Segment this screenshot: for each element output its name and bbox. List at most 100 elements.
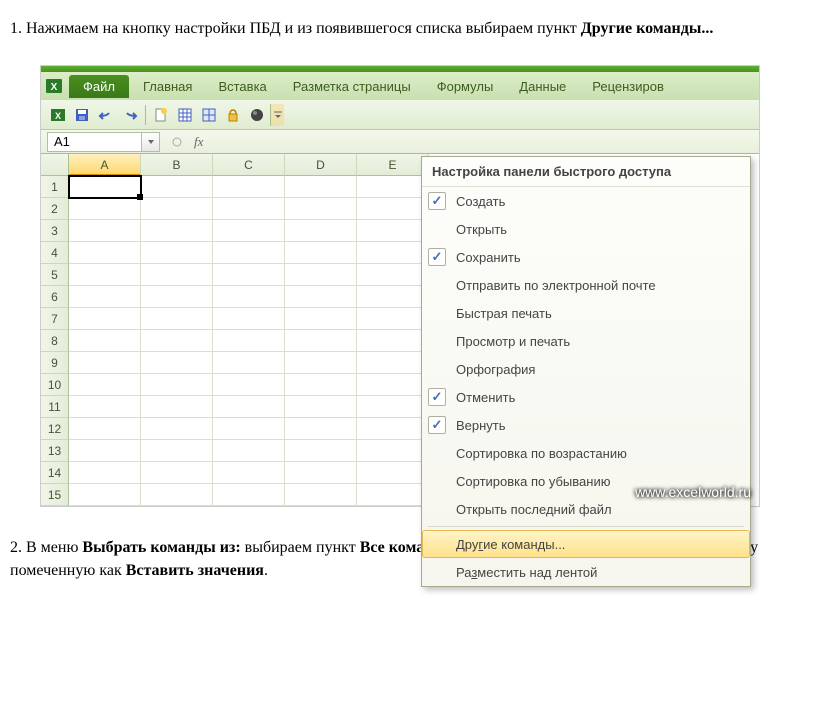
cell[interactable] xyxy=(213,352,285,374)
cell[interactable] xyxy=(69,308,141,330)
menu-item[interactable]: Открыть xyxy=(422,215,750,243)
menu-item[interactable]: ✓Отменить xyxy=(422,383,750,411)
file-tab[interactable]: Файл xyxy=(69,75,129,98)
cell[interactable] xyxy=(69,374,141,396)
select-all-corner[interactable] xyxy=(41,154,69,176)
cell[interactable] xyxy=(285,220,357,242)
cell[interactable] xyxy=(357,330,429,352)
cell[interactable] xyxy=(141,462,213,484)
cell[interactable] xyxy=(69,286,141,308)
menu-item[interactable]: Орфография xyxy=(422,355,750,383)
qat-lock-icon[interactable] xyxy=(222,104,244,126)
column-header[interactable]: D xyxy=(285,154,357,176)
cell[interactable] xyxy=(357,198,429,220)
tab-insert[interactable]: Вставка xyxy=(206,75,278,98)
menu-item[interactable]: ✓Сохранить xyxy=(422,243,750,271)
cell[interactable] xyxy=(213,374,285,396)
cell[interactable] xyxy=(213,286,285,308)
cell[interactable] xyxy=(285,396,357,418)
cell[interactable] xyxy=(213,418,285,440)
cell[interactable] xyxy=(213,440,285,462)
tab-home[interactable]: Главная xyxy=(131,75,204,98)
cell[interactable] xyxy=(141,286,213,308)
cell[interactable] xyxy=(213,396,285,418)
cell[interactable] xyxy=(213,462,285,484)
cell[interactable] xyxy=(213,330,285,352)
cell[interactable] xyxy=(213,264,285,286)
cell[interactable] xyxy=(357,286,429,308)
menu-more-commands[interactable]: Другие команды... xyxy=(422,530,750,558)
cell[interactable] xyxy=(69,484,141,506)
row-header[interactable]: 13 xyxy=(41,440,69,462)
cell[interactable] xyxy=(141,440,213,462)
tab-data[interactable]: Данные xyxy=(507,75,578,98)
cell[interactable] xyxy=(69,264,141,286)
cell[interactable] xyxy=(69,330,141,352)
cell[interactable] xyxy=(285,176,357,198)
row-header[interactable]: 10 xyxy=(41,374,69,396)
cell[interactable] xyxy=(141,176,213,198)
cell[interactable] xyxy=(141,220,213,242)
cell[interactable] xyxy=(357,308,429,330)
cell[interactable] xyxy=(357,352,429,374)
qat-save-icon[interactable] xyxy=(71,104,93,126)
row-header[interactable]: 9 xyxy=(41,352,69,374)
row-header[interactable]: 4 xyxy=(41,242,69,264)
cell[interactable] xyxy=(357,440,429,462)
cell[interactable] xyxy=(69,352,141,374)
row-header[interactable]: 6 xyxy=(41,286,69,308)
cell[interactable] xyxy=(141,352,213,374)
cell[interactable] xyxy=(357,418,429,440)
qat-excel-icon[interactable]: X xyxy=(47,104,69,126)
row-header[interactable]: 11 xyxy=(41,396,69,418)
qat-grid-icon-1[interactable] xyxy=(174,104,196,126)
row-header[interactable]: 2 xyxy=(41,198,69,220)
fx-expand-icon[interactable] xyxy=(168,133,186,151)
cell[interactable] xyxy=(285,242,357,264)
cell[interactable] xyxy=(141,242,213,264)
cell[interactable] xyxy=(285,308,357,330)
cell[interactable] xyxy=(357,462,429,484)
menu-item[interactable]: Просмотр и печать xyxy=(422,327,750,355)
cell[interactable] xyxy=(285,330,357,352)
cell[interactable] xyxy=(141,418,213,440)
qat-new-icon[interactable] xyxy=(150,104,172,126)
cell[interactable] xyxy=(357,242,429,264)
cell[interactable] xyxy=(285,286,357,308)
cell[interactable] xyxy=(285,264,357,286)
row-header[interactable]: 12 xyxy=(41,418,69,440)
column-header[interactable]: E xyxy=(357,154,429,176)
column-header[interactable]: C xyxy=(213,154,285,176)
cell[interactable] xyxy=(141,396,213,418)
cell[interactable] xyxy=(141,308,213,330)
row-header[interactable]: 8 xyxy=(41,330,69,352)
menu-place-above-ribbon[interactable]: Разместить над лентой xyxy=(422,558,750,586)
menu-item[interactable]: ✓Вернуть xyxy=(422,411,750,439)
cell[interactable] xyxy=(213,198,285,220)
cell[interactable] xyxy=(69,418,141,440)
qat-redo-icon[interactable] xyxy=(119,104,141,126)
menu-item[interactable]: Отправить по электронной почте xyxy=(422,271,750,299)
cell[interactable] xyxy=(213,220,285,242)
cell[interactable] xyxy=(69,440,141,462)
cell[interactable] xyxy=(357,176,429,198)
qat-customize-dropdown[interactable] xyxy=(270,104,284,126)
cell[interactable] xyxy=(357,396,429,418)
fx-label[interactable]: fx xyxy=(194,134,203,150)
tab-formulas[interactable]: Формулы xyxy=(425,75,506,98)
cell[interactable] xyxy=(357,220,429,242)
cell[interactable] xyxy=(285,198,357,220)
cell[interactable] xyxy=(141,484,213,506)
cell[interactable] xyxy=(141,198,213,220)
cell[interactable] xyxy=(357,264,429,286)
row-header[interactable]: 5 xyxy=(41,264,69,286)
cell[interactable] xyxy=(69,220,141,242)
cell[interactable] xyxy=(285,462,357,484)
cell[interactable] xyxy=(285,484,357,506)
row-header[interactable]: 7 xyxy=(41,308,69,330)
cell[interactable] xyxy=(285,440,357,462)
cell[interactable] xyxy=(285,374,357,396)
row-header[interactable]: 3 xyxy=(41,220,69,242)
row-header[interactable]: 15 xyxy=(41,484,69,506)
cell[interactable] xyxy=(69,396,141,418)
